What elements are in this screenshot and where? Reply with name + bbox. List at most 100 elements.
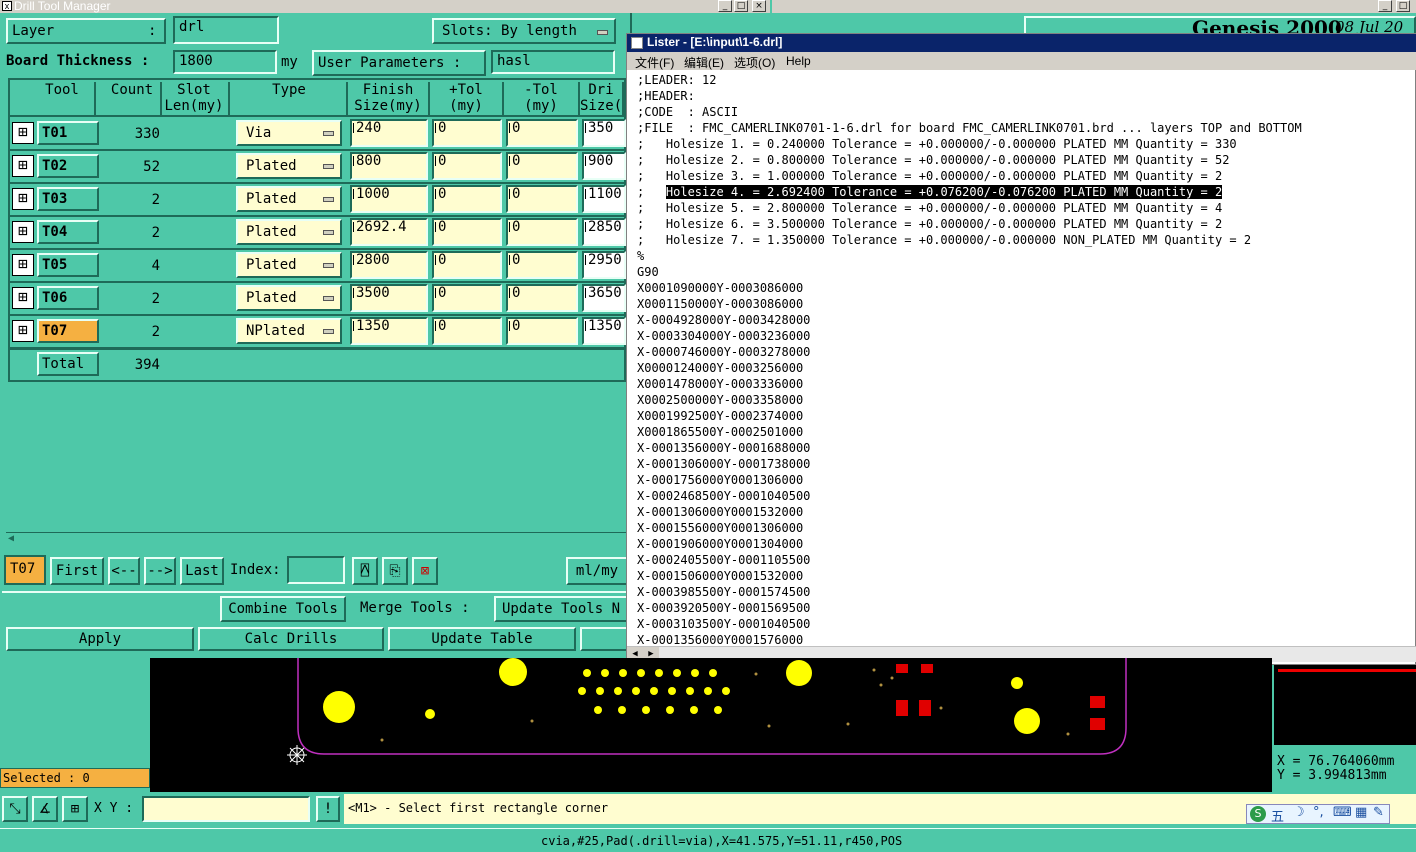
finish-size-field[interactable]: 2800 [350,251,428,279]
lister-line[interactable]: X0002500000Y-0003358000 [637,392,803,408]
lister-line[interactable]: X0001090000Y-0003086000 [637,280,803,296]
tool-button[interactable]: T06 [37,286,99,310]
pcb-canvas[interactable] [150,658,1272,792]
measure-icon[interactable]: ∡ [32,796,58,822]
lister-line[interactable]: X-0001506000Y0001532000 [637,568,803,584]
minus-tol-field[interactable]: 0 [506,185,578,213]
tool-button[interactable]: T05 [37,253,99,277]
combine-tools-button[interactable]: Combine Tools [220,596,346,622]
lister-line[interactable]: ;HEADER: [637,88,695,104]
menu-file[interactable]: 文件(F) [635,54,674,71]
units-button[interactable]: ml/my [566,557,628,585]
update-table-button[interactable]: Update Table [388,627,576,651]
next-button[interactable]: --> [144,557,176,585]
lister-line-highlight[interactable]: ; Holesize 4. = 2.692400 Tolerance = +0.… [637,184,1223,200]
scroll-left-icon[interactable]: ◀ [8,533,14,544]
first-button[interactable]: First [50,557,104,585]
lister-line[interactable]: X-0001306000Y0001532000 [637,504,803,520]
tool-button[interactable]: T04 [37,220,99,244]
maximize-icon[interactable]: □ [734,0,748,12]
lister-line[interactable]: X0001992500Y-0002374000 [637,408,803,424]
expand-icon[interactable]: ⊞ [12,188,34,210]
minus-tol-field[interactable]: 0 [506,317,578,345]
tool-button[interactable]: T01 [37,121,99,145]
total-button[interactable]: Total [37,352,99,376]
menu-help[interactable]: Help [786,54,811,68]
layer-field[interactable]: drl [173,16,279,44]
lister-line[interactable]: X0000124000Y-0003256000 [637,360,803,376]
lister-line[interactable]: ; Holesize 7. = 1.350000 Tolerance = +0.… [637,232,1251,248]
dtm-close-icon[interactable]: x [2,1,12,11]
user-parameters-field[interactable]: hasl [491,50,615,74]
slots-dropdown[interactable]: Slots: By length [432,18,616,44]
plus-tol-field[interactable]: 0 [432,251,502,279]
expand-icon[interactable]: ⊞ [12,287,34,309]
drill-size-field[interactable]: 3650 [582,284,626,312]
finish-size-field[interactable]: 3500 [350,284,428,312]
lister-line[interactable]: X-0003103500Y-0001040500 [637,616,810,632]
ime-toolbar[interactable]: S 五 ☽ °, ⌨ ▦ ✎ [1246,804,1390,825]
index-field[interactable] [287,556,345,584]
finish-size-field[interactable]: 1000 [350,185,428,213]
lister-line[interactable]: ; Holesize 5. = 2.800000 Tolerance = +0.… [637,200,1222,216]
expand-icon[interactable]: ⊞ [12,155,34,177]
minimize-icon[interactable]: _ [718,0,732,12]
type-dropdown[interactable]: Plated [236,219,342,245]
plus-tol-field[interactable]: 0 [432,317,502,345]
info-icon[interactable]: ! [316,796,340,822]
minus-tol-field[interactable]: 0 [506,284,578,312]
genesis-minimize-icon[interactable]: _ [1378,0,1392,12]
grid-icon[interactable]: ⊞ [62,796,88,822]
minus-tol-field[interactable]: 0 [506,152,578,180]
type-dropdown[interactable]: NPlated [236,318,342,344]
type-dropdown[interactable]: Plated [236,186,342,212]
finish-size-field[interactable]: 800 [350,152,428,180]
plus-tol-field[interactable]: 0 [432,218,502,246]
lister-line[interactable]: X-0003304000Y-0003236000 [637,328,810,344]
minus-tol-field[interactable]: 0 [506,119,578,147]
plus-tol-field[interactable]: 0 [432,185,502,213]
lister-line[interactable]: X0001150000Y-0003086000 [637,296,803,312]
lister-line[interactable]: ;FILE : FMC_CAMERLINK0701-1-6.drl for bo… [637,120,1302,136]
lister-line[interactable]: ; Holesize 2. = 0.800000 Tolerance = +0.… [637,152,1229,168]
plus-tol-field[interactable]: 0 [432,284,502,312]
lister-line[interactable]: X-0002405500Y-0001105500 [637,552,810,568]
calc-drills-button[interactable]: Calc Drills [198,627,384,651]
plus-tol-field[interactable]: 0 [432,119,502,147]
minus-tol-field[interactable]: 0 [506,251,578,279]
drill-size-field[interactable]: 2850 [582,218,626,246]
close-icon[interactable]: × [752,0,766,12]
tool-button[interactable]: T07 [37,319,99,343]
lister-line[interactable]: X-0002468500Y-0001040500 [637,488,810,504]
delete-icon[interactable]: ⊠ [412,557,438,585]
close-button[interactable] [580,627,630,651]
refresh-icon[interactable]: ⎘ [382,557,408,585]
lister-line[interactable]: ; Holesize 3. = 1.000000 Tolerance = +0.… [637,168,1222,184]
lister-line[interactable]: X-0003920500Y-0001569500 [637,600,810,616]
lister-line[interactable]: X0001478000Y-0003336000 [637,376,803,392]
lister-line[interactable]: ;CODE : ASCII [637,104,738,120]
lister-line[interactable]: ; Holesize 1. = 0.240000 Tolerance = +0.… [637,136,1237,152]
expand-icon[interactable]: ⊞ [12,320,34,342]
lister-line[interactable]: X0001865500Y-0002501000 [637,424,803,440]
lister-line[interactable]: ; Holesize 6. = 3.500000 Tolerance = +0.… [637,216,1222,232]
search-tool-icon[interactable]: ⍓ [352,557,378,585]
finish-size-field[interactable]: 2692.4 [350,218,428,246]
menu-options[interactable]: 选项(O) [734,54,775,71]
drill-size-field[interactable]: 1350 [582,317,626,345]
prev-button[interactable]: <-- [108,557,140,585]
type-dropdown[interactable]: Plated [236,285,342,311]
finish-size-field[interactable]: 240 [350,119,428,147]
menu-edit[interactable]: 编辑(E) [684,54,724,71]
tool-button[interactable]: T02 [37,154,99,178]
lister-line[interactable]: X-0001756000Y0001306000 [637,472,803,488]
board-thickness-field[interactable]: 1800 [173,50,277,74]
layer-button[interactable]: Layer: [6,18,166,44]
genesis-maximize-icon[interactable]: □ [1396,0,1410,12]
lister-line[interactable]: G90 [637,264,659,280]
dtm-titlebar[interactable]: x Drill Tool Manager _ □ × [0,0,770,13]
drill-size-field[interactable]: 2950 [582,251,626,279]
table-scrollbar[interactable]: ◀ [6,532,626,546]
lister-line[interactable]: X-0001356000Y-0001688000 [637,440,810,456]
finish-size-field[interactable]: 1350 [350,317,428,345]
